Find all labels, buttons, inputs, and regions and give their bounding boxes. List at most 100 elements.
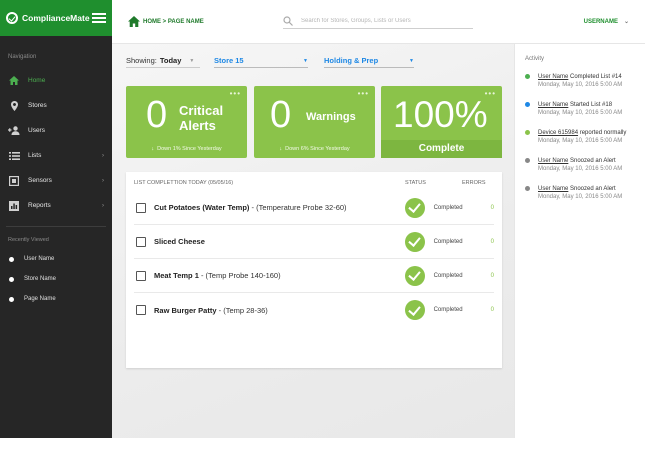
sidebar-item-label: Reports [28,202,51,209]
chevron-right-icon: › [102,202,104,209]
username-label: USERNAME [583,18,618,25]
activity-text: Started List #18 [568,102,613,108]
task-name: Cut Potatoes (Water Temp) - (Temperature… [154,203,395,212]
bottom-strip [0,438,645,450]
sidebar-item-label: Lists [28,152,42,159]
task-detail: - (Temperature Probe 32-60) [249,203,347,212]
bullet-icon [9,276,14,282]
hamburger-menu-icon[interactable] [92,13,106,23]
row-status: Completed [433,307,463,313]
row-errors: 0 [490,272,494,279]
search-input[interactable] [301,18,471,24]
area-dropdown[interactable]: Holding & Prep ▼ [324,56,414,68]
recent-item-page[interactable]: Page Name [0,289,112,309]
sidebar-item-sensors[interactable]: Sensors › [0,168,112,193]
list-row[interactable]: Raw Burger Patty - (Temp 28-36) Complete… [134,293,494,327]
user-menu[interactable]: USERNAME ⌄ [583,18,629,26]
sidebar-item-users[interactable]: Users [0,118,112,143]
task-title: Cut Potatoes (Water Temp) [154,203,250,212]
row-checkbox[interactable] [136,270,146,281]
activity-link[interactable]: Device 615984 [538,130,578,136]
card-label-line2: Alerts [179,118,216,133]
activity-link[interactable]: User Name [538,158,568,164]
sidebar-item-label: Stores [28,102,47,109]
list-title: LIST COMPLETTION TODAY (05/05/16) [134,180,234,186]
task-name: Sliced Cheese [154,237,395,246]
row-checkbox[interactable] [136,236,146,247]
task-title: Sliced Cheese [154,237,205,246]
activity-link[interactable]: User Name [538,186,568,192]
row-checkbox[interactable] [136,202,146,213]
task-name: Meat Temp 1 - (Temp Probe 140-160) [154,271,395,280]
activity-item: User Name Snoozed an Alert Monday, May 1… [525,185,643,201]
activity-link[interactable]: User Name [538,102,568,108]
showing-value: Today [159,56,182,65]
status-dot-icon [525,74,530,79]
activity-time: Monday, May 10, 2016 5:00 AM [538,194,623,200]
status-dot-icon [525,158,530,163]
store-dropdown[interactable]: Store 15 ▼ [214,56,308,68]
bullet-icon [9,296,14,302]
showing-dropdown[interactable]: Showing: Today ▼ [126,56,200,68]
sensor-icon [8,175,20,186]
breadcrumb-text: HOME > PAGE NAME [143,18,204,25]
breadcrumb[interactable]: HOME > PAGE NAME [128,16,283,27]
list-row[interactable]: Cut Potatoes (Water Temp) - (Temperature… [134,191,494,225]
row-status: Completed [433,204,463,211]
bar-chart-icon [8,200,20,211]
main-content: Showing: Today ▼ Store 15 ▼ Holding & Pr… [112,44,514,438]
card-label-line1: Warnings [306,111,356,123]
critical-alerts-value: 0 [146,94,168,136]
recent-heading: Recently Viewed [8,237,49,243]
recent-item-store[interactable]: Store Name [0,269,112,289]
sidebar-item-label: Home [28,77,46,84]
activity-heading: Activity [525,56,545,62]
activity-link[interactable]: User Name [538,74,568,80]
chevron-down-icon: ▼ [189,57,195,64]
card-trend: ↓ Down 1% Since Yesterday [126,146,247,152]
chevron-right-icon: › [102,152,104,159]
task-detail: - (Temp 28-36) [216,305,268,315]
sidebar-item-reports[interactable]: Reports › [0,193,112,218]
card-label-line1: Critical [179,103,224,118]
sidebar-item-stores[interactable]: Stores [0,93,112,118]
status-dot-icon [525,186,530,191]
add-user-icon [8,126,20,135]
row-checkbox[interactable] [136,305,146,315]
critical-alerts-card[interactable]: ••• 0 Critical Alerts ↓ Down 1% Since Yes… [126,86,247,158]
activity-time: Monday, May 10, 2016 5:00 AM [538,82,623,88]
chevron-down-icon: ▼ [303,57,308,64]
list-header: LIST COMPLETTION TODAY (05/05/16) STATUS… [134,180,494,190]
task-detail: - (Temp Probe 140-160) [198,271,281,280]
list-completion-panel: LIST COMPLETTION TODAY (05/05/16) STATUS… [126,172,502,368]
complete-card[interactable]: ••• 100% Complete [381,86,502,158]
completed-check-icon [404,231,425,252]
sidebar-item-lists[interactable]: Lists › [0,143,112,168]
chevron-down-icon: ⌄ [623,19,629,25]
completed-check-icon [404,197,425,218]
row-status: Completed [433,238,463,245]
top-header: HOME > PAGE NAME USERNAME ⌄ [112,0,645,44]
store-value: Store 15 [214,56,244,65]
errors-column-header: ERRORS [462,180,486,186]
activity-text: Snoozed an Alert [568,158,616,164]
more-options-icon[interactable]: ••• [358,89,369,98]
sidebar-item-label: Users [28,127,45,134]
showing-label: Showing: [126,56,157,65]
activity-item: User Name Snoozed an Alert Monday, May 1… [525,157,643,173]
activity-item: User Name Completed List #14 Monday, May… [525,73,643,89]
brand-name: ComplianceMate [22,13,90,23]
activity-item: Device 615984 reported normally Monday, … [525,129,643,145]
warnings-card[interactable]: ••• 0 Warnings ↓ Down 6% Since Yesterday [254,86,375,158]
more-options-icon[interactable]: ••• [230,89,241,98]
list-row[interactable]: Sliced Cheese Completed 0 [134,225,494,259]
list-row[interactable]: Meat Temp 1 - (Temp Probe 140-160) Compl… [134,259,494,293]
recent-item-user[interactable]: User Name [0,249,112,269]
checkmark-logo-icon [6,12,18,24]
filter-bar: Showing: Today ▼ Store 15 ▼ Holding & Pr… [126,56,414,68]
brand-bar: ComplianceMate [0,0,112,36]
activity-text: reported normally [578,130,627,136]
search-box [283,15,473,29]
sidebar-item-home[interactable]: Home [0,68,112,93]
complete-label: Complete [381,140,502,158]
